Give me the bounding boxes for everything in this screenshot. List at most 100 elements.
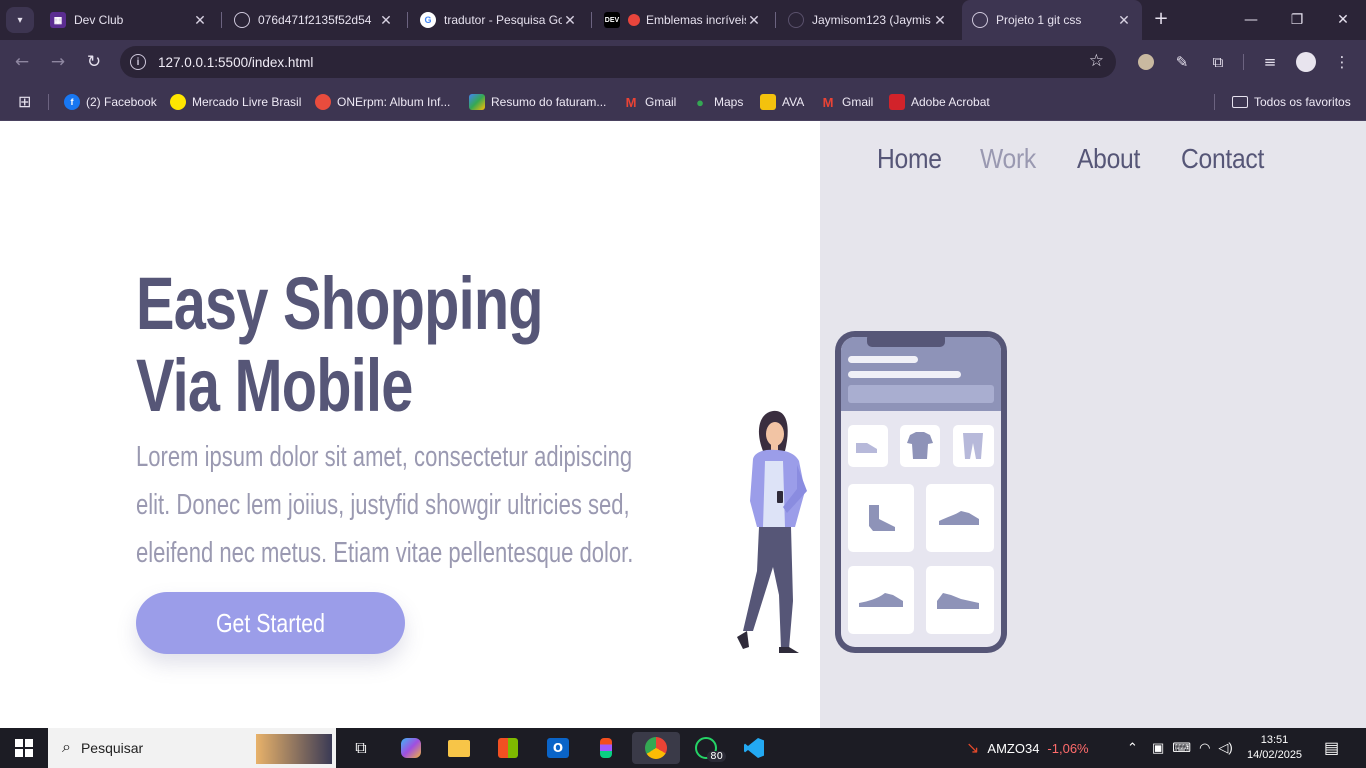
search-icon: ⌕: [62, 739, 71, 756]
bookmark-gmail[interactable]: M Gmail: [623, 92, 677, 112]
browser-toolbar: ← → ↻ i 127.0.0.1:5500/index.html ☆ ✎ ⧉ …: [0, 40, 1366, 84]
windows-taskbar: ⌕ Pesquisar ⧉ O 80 ↘ AMZO34 -1,06% ⌃ ▣ ⌨…: [0, 728, 1366, 768]
folder-icon: [1232, 96, 1248, 108]
bookmark-adobe-acrobat[interactable]: Adobe Acrobat: [889, 92, 990, 112]
search-placeholder: Pesquisar: [80, 740, 144, 756]
search-highlight-image: [256, 734, 332, 764]
globe-icon: [234, 12, 250, 28]
nav-contact[interactable]: Contact: [1181, 143, 1264, 175]
hero-title-line: Via Mobile: [136, 344, 413, 427]
restore-button[interactable]: ❐: [1274, 0, 1320, 40]
close-tab-icon[interactable]: ✕: [746, 12, 762, 29]
bookmark-divider: [1214, 94, 1215, 110]
file-explorer-icon[interactable]: [439, 732, 479, 764]
close-tab-icon[interactable]: ✕: [1116, 12, 1132, 29]
tab-divider: [221, 12, 222, 28]
menu-icon[interactable]: ⋮: [1330, 50, 1354, 74]
profile-extension-icon[interactable]: [1134, 50, 1158, 74]
hero-title-line: Easy Shopping: [136, 262, 544, 345]
tab-divider: [591, 12, 592, 28]
get-started-button[interactable]: Get Started: [136, 592, 405, 654]
ava-icon: [760, 94, 776, 110]
tab-tradutor[interactable]: G tradutor - Pesquisa Go ✕: [410, 4, 588, 36]
close-tab-icon[interactable]: ✕: [378, 12, 394, 29]
taskbar-search[interactable]: ⌕ Pesquisar: [48, 728, 336, 768]
stock-widget[interactable]: ↘ AMZO34 -1,06%: [966, 728, 1089, 768]
figma-icon[interactable]: [586, 732, 626, 764]
notifications-icon[interactable]: ▤: [1324, 728, 1339, 768]
apps-icon[interactable]: ⊞: [18, 92, 31, 112]
bookmark-facebook[interactable]: f (2) Facebook: [64, 92, 157, 112]
tab-emblemas[interactable]: DEV Emblemas incríveis ✕: [594, 4, 772, 36]
tab-projeto[interactable]: Projeto 1 git css ✕: [962, 0, 1142, 40]
description-line: elit. Donec lem joiius, justyfid showgir…: [136, 489, 630, 521]
bookmark-divider: [48, 94, 49, 110]
tab-divider: [775, 12, 776, 28]
bookmark-onerpm[interactable]: ONErpm: Album Inf...: [315, 92, 450, 112]
close-tab-icon[interactable]: ✕: [932, 12, 948, 29]
maps-icon: ●: [696, 94, 704, 110]
tab-devclub[interactable]: ▦ Dev Club ✕: [40, 4, 218, 36]
tab-github[interactable]: Jaymisom123 (Jaymis ✕: [778, 4, 958, 36]
bookmark-maps[interactable]: ● Maps: [692, 92, 743, 112]
bookmark-resumo[interactable]: Resumo do faturam...: [469, 92, 606, 112]
store-icon[interactable]: [488, 732, 528, 764]
description-line: Lorem ipsum dolor sit amet, consectetur …: [136, 441, 633, 473]
windows-start-icon[interactable]: [4, 732, 44, 764]
tab-strip: ▾ ▦ Dev Club ✕ 076d471f2135f52d54 ✕ G tr…: [0, 0, 1366, 40]
dev-icon: DEV: [604, 12, 620, 28]
close-tab-icon[interactable]: ✕: [192, 12, 208, 29]
stock-change: -1,06%: [1047, 740, 1089, 756]
address-bar[interactable]: i 127.0.0.1:5500/index.html ☆: [120, 46, 1116, 78]
bookmarks-bar: ⊞ f (2) Facebook Mercado Livre Brasil ON…: [0, 84, 1366, 121]
hero-description: Lorem ipsum dolor sit amet, consectetur …: [136, 433, 653, 577]
devclub-icon: ▦: [50, 12, 66, 28]
chrome-icon[interactable]: [632, 732, 680, 764]
nav-home[interactable]: Home: [877, 143, 942, 175]
mercado-livre-icon: [170, 94, 186, 110]
nav-work[interactable]: Work: [980, 143, 1036, 175]
drive-icon: [469, 94, 485, 110]
copilot-icon[interactable]: [391, 732, 431, 764]
hero-title: Easy Shopping Via Mobile: [136, 262, 544, 427]
tab-hash[interactable]: 076d471f2135f52d54 ✕: [224, 4, 404, 36]
whatsapp-icon[interactable]: 80: [686, 732, 726, 764]
close-tab-icon[interactable]: ✕: [562, 12, 578, 29]
extensions-icon[interactable]: ⧉: [1206, 50, 1230, 74]
shopper-figure: [737, 410, 807, 653]
show-hidden-icons[interactable]: ⌃: [1127, 728, 1138, 768]
all-bookmarks[interactable]: Todos os favoritos: [1232, 92, 1351, 112]
stock-symbol: AMZO34: [987, 740, 1040, 756]
bookmark-gmail-2[interactable]: M Gmail: [820, 92, 874, 112]
nav-about[interactable]: About: [1077, 143, 1140, 175]
stock-trend-icon: ↘: [966, 740, 980, 757]
mobile-shopping-illustration: [737, 331, 1007, 653]
outlook-icon[interactable]: O: [538, 732, 578, 764]
eyedropper-icon[interactable]: ✎: [1170, 50, 1194, 74]
avatar[interactable]: [1294, 50, 1318, 74]
whatsapp-badge: 80: [707, 751, 726, 762]
vscode-icon[interactable]: [734, 732, 774, 764]
tab-divider: [407, 12, 408, 28]
new-tab-button[interactable]: +: [1150, 8, 1172, 32]
forward-button[interactable]: →: [46, 50, 70, 74]
close-window-button[interactable]: ✕: [1320, 0, 1366, 40]
wifi-icon: ◠: [1199, 740, 1211, 755]
phone-mockup: [835, 331, 1007, 653]
onerpm-icon: [315, 94, 331, 110]
tab-search-button[interactable]: ▾: [6, 7, 34, 33]
bookmark-ava[interactable]: AVA: [760, 92, 804, 112]
reload-button[interactable]: ↻: [82, 50, 106, 74]
acrobat-icon: [889, 94, 905, 110]
clock[interactable]: 13:51 14/02/2025: [1247, 728, 1302, 768]
task-view-icon[interactable]: ⧉: [341, 732, 381, 764]
web-page: Home Work About Contact Easy Shopping Vi…: [0, 121, 1366, 728]
bookmark-mercado-livre[interactable]: Mercado Livre Brasil: [170, 92, 301, 112]
media-controls-icon[interactable]: ≡: [1258, 50, 1282, 74]
address-text: 127.0.0.1:5500/index.html: [158, 54, 314, 70]
site-info-icon[interactable]: i: [130, 54, 146, 70]
back-button[interactable]: ←: [10, 50, 34, 74]
system-tray-icons[interactable]: ▣ ⌨ ◠ ◁): [1152, 728, 1233, 768]
minimize-button[interactable]: —: [1228, 0, 1274, 40]
bookmark-star-icon[interactable]: ☆: [1089, 51, 1104, 71]
